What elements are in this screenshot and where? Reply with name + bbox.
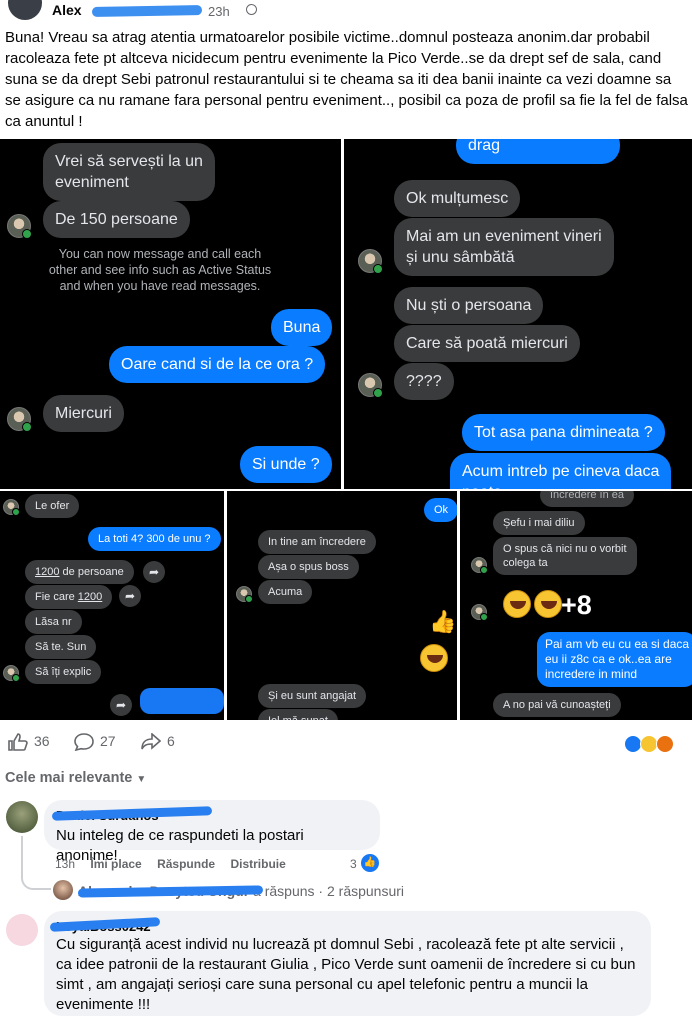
commenter-avatar[interactable] <box>6 801 38 833</box>
like-count: 36 <box>34 733 50 749</box>
message: O spus că nici nu o vorbit colega ta <box>493 537 637 575</box>
message: Mai am un eveniment vineri și unu sâmbăt… <box>394 218 614 276</box>
message: Buna <box>271 309 333 346</box>
redaction-scribble <box>91 5 203 17</box>
message: Să îți explic <box>25 660 102 684</box>
like-badge-icon: 👍 <box>361 854 379 872</box>
message: Acum intreb pe cineva daca poate <box>450 453 672 489</box>
system-notice: You can now message and call each other … <box>48 247 272 293</box>
message: La toti 4? 300 de unu ? <box>88 527 221 551</box>
chat-screenshot-4[interactable]: Ok In tine am încredere Așa o spus boss … <box>227 491 457 720</box>
message: Care să poată miercuri <box>394 325 580 362</box>
message: Și eu sunt angajat <box>258 684 367 708</box>
comment-icon <box>74 733 94 752</box>
comment-filter[interactable]: Cele mai relevante ▼ <box>5 770 146 786</box>
like-action[interactable]: 36 <box>8 733 50 752</box>
message: Lăsa nr <box>25 610 82 634</box>
message: 1200 de persoane <box>25 560 134 584</box>
message: Tot asa pana dimineata ? <box>462 414 665 451</box>
replies-text: a răspuns · 2 răspunsuri <box>249 883 405 899</box>
chat-screenshot-3[interactable]: Le ofer La toti 4? 300 de unu ? 1200 de … <box>0 491 224 720</box>
reaction-summary[interactable] <box>624 735 680 753</box>
replier-avatar <box>53 880 73 900</box>
thumbs-up-icon: 👍 <box>429 609 457 634</box>
number-link[interactable]: 1200 <box>78 591 102 603</box>
message: Oare cand si de la ce ora ? <box>109 346 326 383</box>
comment-action[interactable]: 27 <box>74 733 116 752</box>
contact-avatar <box>3 665 20 682</box>
comment-meta: 13h Îmi place Răspunde Distribuie <box>55 857 385 871</box>
contact-avatar <box>236 586 253 603</box>
reaction-count: +8 <box>561 590 592 620</box>
author-name[interactable]: Alex <box>52 2 82 18</box>
contact-avatar <box>358 249 383 274</box>
message: Iel mă sunat <box>258 709 338 720</box>
message: Si unde ? <box>240 446 332 483</box>
chat-screenshot-2[interactable]: drag Ok mulțumesc Mai am un eveniment vi… <box>344 139 692 489</box>
message: Ok mulțumesc <box>394 180 521 217</box>
contact-avatar <box>7 214 32 239</box>
message: ???? <box>394 363 454 400</box>
post-text: Buna! Vreau sa atrag atentia urmatoarelo… <box>5 29 688 130</box>
contact-avatar <box>7 407 32 432</box>
contact-avatar <box>358 373 383 398</box>
like-button[interactable]: Îmi place <box>90 857 141 871</box>
angry-reaction-icon <box>656 735 674 753</box>
forward-icon[interactable]: ➦ <box>143 561 165 583</box>
message: A no pai vă cunoașteți <box>493 693 621 717</box>
comment-like-count: 3 <box>350 857 357 871</box>
comment-time[interactable]: 13h <box>55 857 75 871</box>
message: Vrei să servești la un eveniment <box>43 143 215 201</box>
laughing-emoji-icon <box>534 590 562 618</box>
message: Pai am vb eu cu ea si daca eu ii z8c ca … <box>537 632 692 687</box>
share-icon <box>141 733 161 751</box>
chevron-down-icon: ▼ <box>136 774 147 785</box>
share-action[interactable]: 6 <box>141 733 175 751</box>
share-count: 6 <box>167 733 175 749</box>
forward-icon[interactable]: ➦ <box>110 694 132 716</box>
share-button[interactable]: Distribuie <box>230 857 285 871</box>
comment-bubble: Daniel Surdanos Nu inteleg de ce raspund… <box>44 800 380 864</box>
message: Miercuri <box>43 395 124 432</box>
message: De 150 persoane <box>43 201 190 238</box>
commenter-name[interactable]: Daniel Surdanos <box>51 806 368 823</box>
commenter-avatar[interactable] <box>6 914 38 946</box>
contact-avatar <box>471 604 488 621</box>
message: Așa o spus boss <box>258 555 359 579</box>
message: Ok <box>424 498 457 522</box>
number-link[interactable]: 1200 <box>35 566 59 578</box>
chat-screenshot-1[interactable]: Vrei să servești la un eveniment De 150 … <box>0 139 341 489</box>
contact-avatar <box>471 557 488 574</box>
message: Să te. Sun <box>25 635 97 659</box>
message-text: de persoane <box>59 566 124 578</box>
comment-count: 27 <box>100 733 116 749</box>
message: In tine am încredere <box>258 530 376 554</box>
comment-bubble: LoyalBoss0242 Cu siguranță acest individ… <box>44 911 651 1016</box>
comment-text: Cu siguranță acest individ nu lucrează p… <box>56 936 636 1013</box>
reply-button[interactable]: Răspunde <box>157 857 215 871</box>
commenter-name[interactable]: LoyalBoss0242 <box>49 917 639 934</box>
thumbs-up-icon <box>8 733 28 752</box>
filter-label: Cele mai relevante <box>5 770 133 786</box>
post-header: Alex 23h <box>0 0 692 24</box>
thread-line <box>21 836 51 890</box>
chat-screenshot-5[interactable]: încredere în ea Șefu i mai diliu O spus … <box>460 491 692 720</box>
laughing-emoji-icon <box>503 590 531 618</box>
contact-avatar <box>3 499 20 516</box>
message: Le ofer <box>25 494 80 518</box>
forward-icon[interactable]: ➦ <box>119 585 141 607</box>
message: Nu ști o persoana <box>394 287 544 324</box>
message: drag <box>456 139 621 164</box>
redaction-scribble <box>140 688 224 714</box>
post-time[interactable]: 23h <box>208 4 230 19</box>
post-actions: 36 27 6 <box>0 725 692 761</box>
laughing-emoji-icon <box>420 644 448 672</box>
globe-icon <box>246 4 257 15</box>
author-avatar[interactable] <box>8 0 42 20</box>
message: Șefu i mai diliu <box>493 511 585 535</box>
message-text: Fie care <box>35 591 78 603</box>
message: Acuma <box>258 580 313 604</box>
message: Fie care 1200 <box>25 585 113 609</box>
message: încredere în ea <box>540 491 634 507</box>
